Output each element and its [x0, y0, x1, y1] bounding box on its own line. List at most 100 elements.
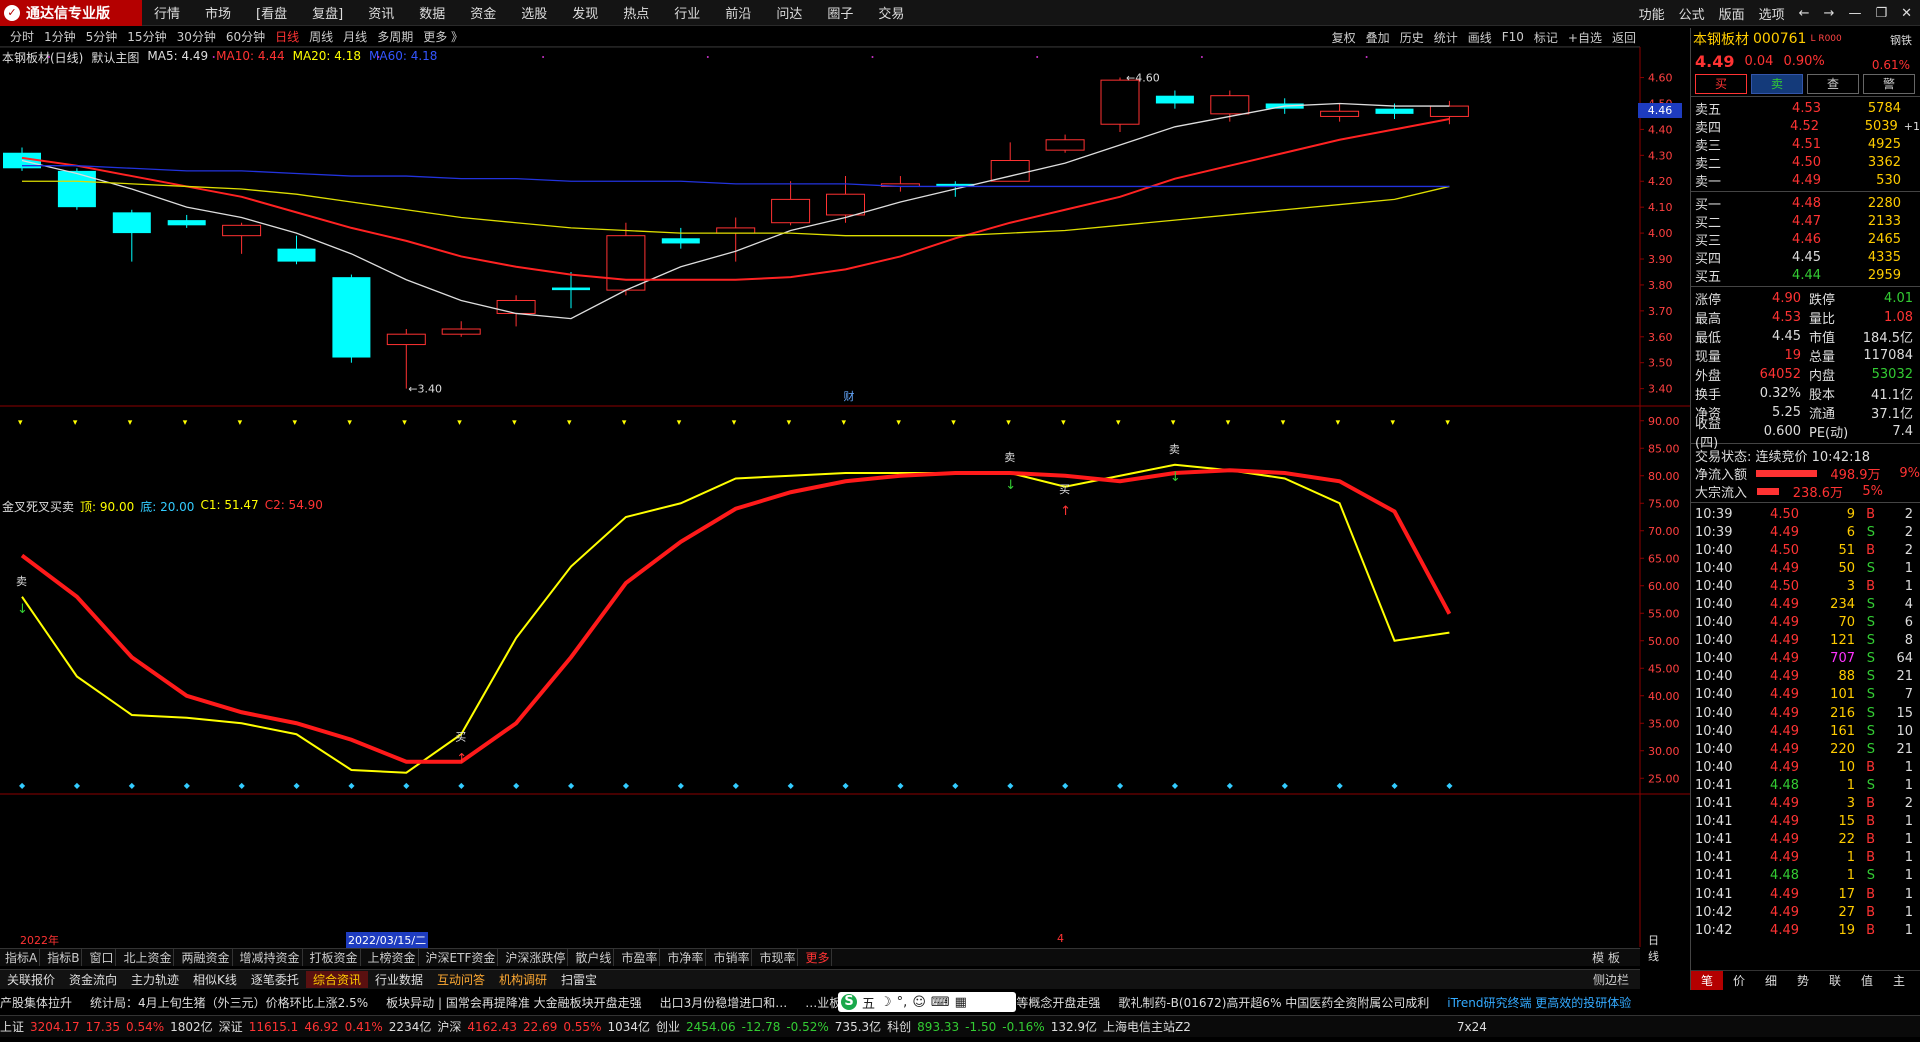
indicator-tab[interactable]: 窗口	[87, 949, 117, 966]
minimize-icon[interactable]: —	[1848, 6, 1861, 21]
menu-item[interactable]: 资金	[470, 3, 496, 22]
tick-list[interactable]: 10:39 4.50 9 B 2 10:39 4.49 6 S 2 10:40 4.50 51 B 2 10:…	[1691, 505, 1920, 939]
menu-item[interactable]: 市场	[205, 3, 231, 22]
keyboard-icon[interactable]: ⌨	[931, 995, 950, 1010]
right-menu-item[interactable]: 功能	[1639, 4, 1665, 23]
tool-button[interactable]: 画线	[1468, 29, 1492, 46]
info-tab[interactable]: 互动问答	[430, 971, 492, 988]
asks-row[interactable]: 卖四 4.52 5039 +1	[1691, 117, 1920, 136]
index-sh-field[interactable]: 上证	[0, 1018, 24, 1035]
info-tab[interactable]: 资金流向	[62, 971, 124, 988]
period-item[interactable]: 15分钟	[127, 28, 166, 45]
tool-button[interactable]: +自选	[1568, 29, 1602, 46]
news-item[interactable]: 统计局：4月上旬生猪（外三元）价格环比上涨2.5%	[90, 994, 368, 1011]
menu-item[interactable]: 交易	[878, 3, 904, 22]
trade-button[interactable]: 卖	[1751, 74, 1803, 94]
ime-toolbar[interactable]: S 五 ☽ °, ☺ ⌨ ▦	[838, 992, 1016, 1012]
close-icon[interactable]: ✕	[1901, 6, 1912, 21]
quote-tab[interactable]: 细	[1755, 971, 1787, 990]
menu-item[interactable]: 前沿	[725, 3, 751, 22]
menu-item[interactable]: 圈子	[827, 3, 853, 22]
right-menu-item[interactable]: 公式	[1679, 4, 1705, 23]
trade-button[interactable]: 买	[1695, 74, 1747, 94]
index-hs-field[interactable]: 沪深	[437, 1018, 461, 1035]
indicator-tab[interactable]: 沪深涨跌停	[503, 949, 569, 966]
bids-row[interactable]: 买一 4.48 2280	[1691, 194, 1920, 213]
menu-item[interactable]: 数据	[419, 3, 445, 22]
news-item[interactable]: 出口3月份稳增进口和…	[660, 994, 788, 1011]
bids-row[interactable]: 买四 4.45 4335	[1691, 248, 1920, 267]
app-logo[interactable]: ✓ 通达信专业版	[0, 0, 142, 26]
period-item[interactable]: 月线	[343, 28, 367, 45]
bids-row[interactable]: 买三 4.46 2465	[1691, 230, 1920, 249]
indicator-tab[interactable]: 市销率	[711, 949, 753, 966]
right-menu-item[interactable]: 版面	[1719, 4, 1745, 23]
menu-item[interactable]: 问达	[776, 3, 802, 22]
asks-row[interactable]: 卖二 4.50 3362	[1691, 153, 1920, 172]
indicator-tab[interactable]: 市盈率	[619, 949, 661, 966]
news-item[interactable]: 歌礼制药-B(01672)高开超6% 中国医药全资附属公司成利	[1118, 994, 1429, 1011]
restore-icon[interactable]: ❐	[1875, 6, 1887, 21]
indicator-tab[interactable]: 指标B	[45, 949, 83, 966]
bids-row[interactable]: 买五 4.44 2959	[1691, 266, 1920, 285]
moon-icon[interactable]: ☽	[880, 995, 892, 1010]
info-tab[interactable]: 行业数据	[368, 971, 430, 988]
asks-row[interactable]: 卖五 4.53 5784	[1691, 99, 1920, 118]
news-item[interactable]: 板块异动 | 国常会再提降准 大金融板块开盘走强	[386, 994, 642, 1011]
period-item[interactable]: 30分钟	[177, 28, 216, 45]
index-cy-field[interactable]: 创业	[656, 1018, 680, 1035]
period-item[interactable]: 分时	[10, 28, 34, 45]
menu-item[interactable]: 发现	[572, 3, 598, 22]
menu-item[interactable]: 复盘]	[312, 3, 343, 22]
quote-tab[interactable]: 联	[1819, 971, 1851, 990]
period-item[interactable]: 更多 》	[423, 28, 463, 45]
indicator-tab[interactable]: 市现率	[757, 949, 799, 966]
index-lb-field[interactable]: 科创	[887, 1018, 911, 1035]
tool-button[interactable]: 统计	[1434, 29, 1458, 46]
quote-tab[interactable]: 主	[1883, 971, 1915, 990]
info-tab[interactable]: 相似K线	[186, 971, 244, 988]
tool-button[interactable]: 复权	[1332, 29, 1356, 46]
server-label[interactable]: 上海电信主站Z2	[1103, 1018, 1191, 1035]
bids-row[interactable]: 买二 4.47 2133	[1691, 212, 1920, 231]
indicator-tab[interactable]: 指标A	[3, 949, 41, 966]
news-clock[interactable]: 7x24	[1457, 1020, 1487, 1034]
info-tab[interactable]: 逐笔委托	[244, 971, 306, 988]
period-item[interactable]: 5分钟	[86, 28, 118, 45]
back-icon[interactable]: ←	[1799, 6, 1810, 21]
quote-tab[interactable]: 价	[1723, 971, 1755, 990]
more-tab[interactable]: 更多	[803, 949, 833, 966]
tool-button[interactable]: 历史	[1400, 29, 1424, 46]
indicator-tab[interactable]: 散户线	[573, 949, 615, 966]
quote-tab[interactable]: 笔	[1691, 971, 1723, 990]
period-item[interactable]: 周线	[309, 28, 333, 45]
menu-item[interactable]: 选股	[521, 3, 547, 22]
tool-button[interactable]: 叠加	[1366, 29, 1390, 46]
industry-label[interactable]: 钢铁	[1890, 32, 1912, 48]
info-tab[interactable]: 扫雷宝	[554, 971, 604, 988]
tool-button[interactable]: 返回	[1612, 29, 1636, 46]
period-item[interactable]: 60分钟	[226, 28, 265, 45]
period-item[interactable]: 1分钟	[44, 28, 76, 45]
indicator-tab[interactable]: 两融资金	[179, 949, 233, 966]
chart-canvas[interactable]: 3.40 3.50 3.60 3.70 3.80 3.90 4.00 4.10 4.20 4.30…	[0, 47, 1690, 947]
indicator-tab[interactable]: 沪深ETF资金	[424, 949, 499, 966]
info-tab[interactable]: 主力轨迹	[124, 971, 186, 988]
menu-item[interactable]: 行业	[674, 3, 700, 22]
ime-mode[interactable]: 五	[862, 993, 875, 1012]
index-sz-field[interactable]: 深证	[219, 1018, 243, 1035]
tool-button[interactable]: 标记	[1534, 29, 1558, 46]
period-item[interactable]: 多周期	[377, 28, 413, 45]
quote-tab[interactable]: 势	[1787, 971, 1819, 990]
indicator-tab[interactable]: 北上资金	[121, 949, 175, 966]
emoji-icon[interactable]: ☺	[912, 995, 926, 1010]
info-tab[interactable]: 机构调研	[492, 971, 554, 988]
indicator-name[interactable]: 金叉死叉买卖	[2, 498, 74, 515]
punct-icon[interactable]: °,	[897, 995, 908, 1010]
tool-button[interactable]: F10	[1502, 30, 1524, 44]
menu-item[interactable]: [看盘	[256, 3, 287, 22]
grid-icon[interactable]: ▦	[955, 995, 967, 1010]
news-item[interactable]: 产股集体拉升	[0, 994, 72, 1011]
sidebar-toggle[interactable]: 侧边栏	[1586, 971, 1636, 988]
period-item[interactable]: 日线	[275, 28, 299, 45]
